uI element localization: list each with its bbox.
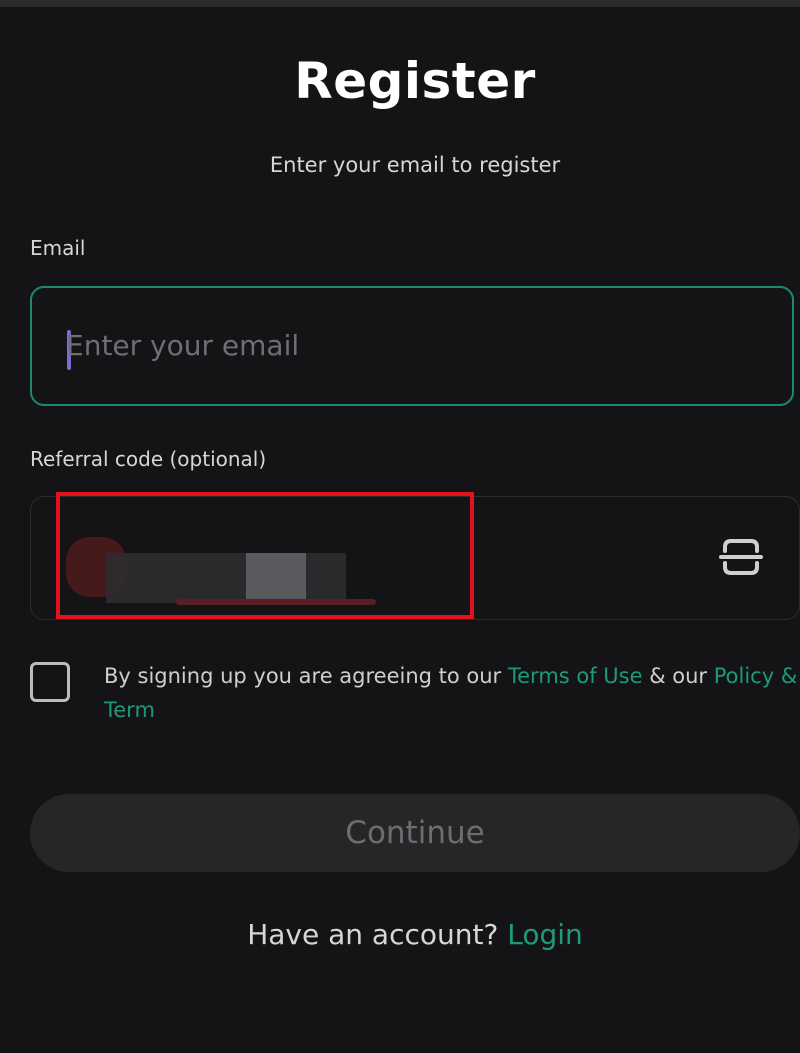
email-field[interactable]: Enter your email (30, 286, 794, 406)
terms-of-use-link[interactable]: Terms of Use (508, 664, 643, 688)
continue-button[interactable]: Continue (30, 794, 800, 872)
login-prompt: Have an account? Login (0, 918, 800, 951)
email-label: Email (30, 236, 86, 260)
terms-prefix: By signing up you are agreeing to our (104, 664, 508, 688)
scan-icon[interactable] (717, 533, 765, 581)
email-placeholder: Enter your email (66, 329, 300, 362)
terms-text: By signing up you are agreeing to our Te… (104, 659, 800, 727)
page-subtitle: Enter your email to register (269, 153, 561, 177)
red-highlight-box (56, 492, 474, 619)
status-bar (0, 0, 800, 7)
terms-middle: & our (642, 664, 714, 688)
terms-checkbox[interactable] (30, 662, 70, 702)
page-title: Register (294, 52, 536, 110)
login-link[interactable]: Login (507, 918, 583, 951)
referral-label: Referral code (optional) (30, 447, 267, 471)
have-account-text: Have an account? (247, 918, 499, 951)
register-screen: Register Enter your email to register Em… (0, 0, 800, 1053)
